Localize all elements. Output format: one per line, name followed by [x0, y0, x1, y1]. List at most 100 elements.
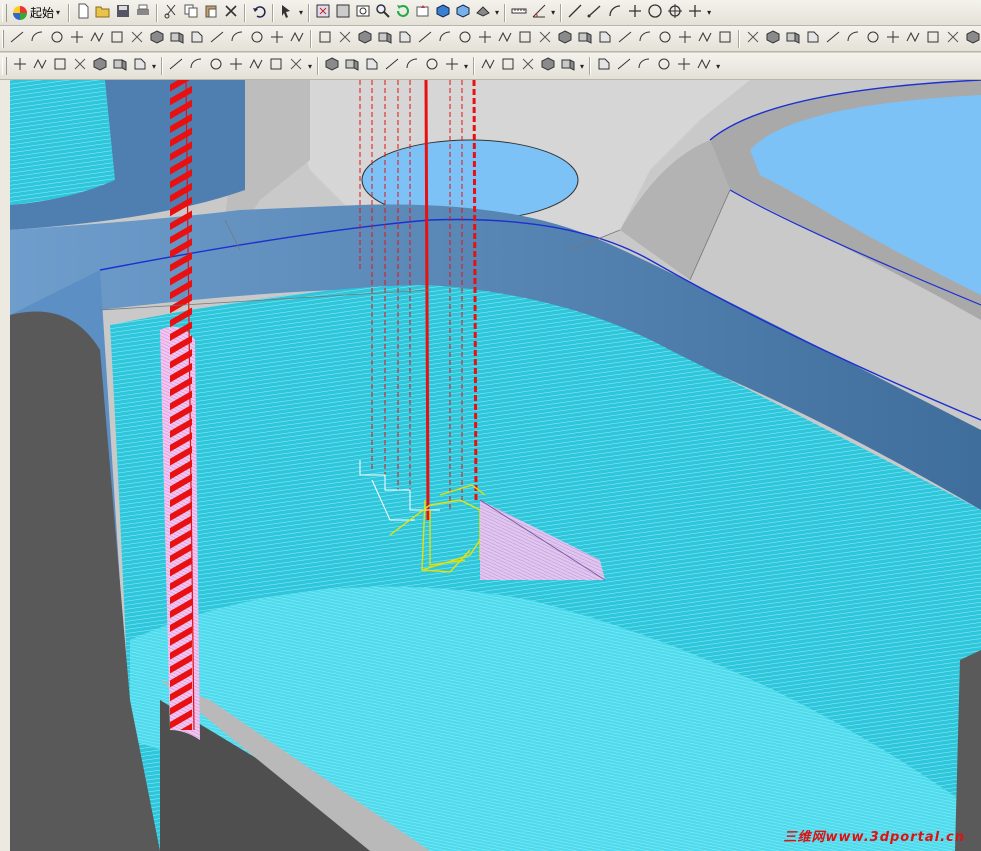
- copy-button[interactable]: [181, 3, 201, 23]
- sketch-tool-14-button[interactable]: [267, 29, 287, 49]
- chevron-down-icon[interactable]: ▾: [152, 62, 156, 71]
- sketch-tool-42-button[interactable]: [843, 29, 863, 49]
- sketch-tool-20-button[interactable]: [395, 29, 415, 49]
- selection-filter-button[interactable]: [277, 3, 297, 23]
- machining-tool-3-button[interactable]: [50, 56, 70, 76]
- sketch-tool-36-button[interactable]: [715, 29, 735, 49]
- line-button[interactable]: [565, 3, 585, 23]
- sketch-tool-6-button[interactable]: [107, 29, 127, 49]
- machining-tool-27-button[interactable]: [594, 56, 614, 76]
- machining-tool-9-button[interactable]: [186, 56, 206, 76]
- sketch-tool-1-button[interactable]: [7, 29, 27, 49]
- sketch-tool-2-button[interactable]: [27, 29, 47, 49]
- chevron-down-icon[interactable]: ▾: [308, 62, 312, 71]
- machining-tool-28-button[interactable]: [614, 56, 634, 76]
- paste-button[interactable]: [201, 3, 221, 23]
- sketch-tool-30-button[interactable]: [595, 29, 615, 49]
- model-viewport[interactable]: 三维网www.3dportal.cn: [10, 80, 981, 851]
- machining-tool-5-button[interactable]: [90, 56, 110, 76]
- chevron-down-icon[interactable]: ▾: [551, 8, 555, 17]
- sketch-tool-27-button[interactable]: [535, 29, 555, 49]
- sketch-tool-47-button[interactable]: [943, 29, 963, 49]
- sketch-tool-15-button[interactable]: [287, 29, 307, 49]
- plus-button[interactable]: [685, 3, 705, 23]
- sketch-tool-8-button[interactable]: [147, 29, 167, 49]
- sketch-tool-3-button[interactable]: [47, 29, 67, 49]
- sketch-tool-26-button[interactable]: [515, 29, 535, 49]
- start-menu-button[interactable]: 起始 ▾: [10, 3, 65, 23]
- fit-view-button[interactable]: [313, 3, 333, 23]
- wireframe-view-button[interactable]: [453, 3, 473, 23]
- sketch-tool-16-button[interactable]: [315, 29, 335, 49]
- open-folder-button[interactable]: [93, 3, 113, 23]
- sketch-tool-39-button[interactable]: [783, 29, 803, 49]
- zoom-window-button[interactable]: [333, 3, 353, 23]
- sketch-tool-43-button[interactable]: [863, 29, 883, 49]
- sketch-tool-35-button[interactable]: [695, 29, 715, 49]
- machining-tool-13-button[interactable]: [266, 56, 286, 76]
- cad-model-view[interactable]: [10, 80, 981, 851]
- machining-tool-20-button[interactable]: [422, 56, 442, 76]
- new-file-button[interactable]: [73, 3, 93, 23]
- chevron-down-icon[interactable]: ▾: [464, 62, 468, 71]
- chevron-down-icon[interactable]: ▾: [580, 62, 584, 71]
- sketch-tool-17-button[interactable]: [335, 29, 355, 49]
- machining-tool-11-button[interactable]: [226, 56, 246, 76]
- chevron-down-icon[interactable]: ▾: [299, 8, 303, 17]
- machining-tool-10-button[interactable]: [206, 56, 226, 76]
- sketch-tool-23-button[interactable]: [455, 29, 475, 49]
- machining-tool-4-button[interactable]: [70, 56, 90, 76]
- sketch-tool-29-button[interactable]: [575, 29, 595, 49]
- sketch-tool-32-button[interactable]: [635, 29, 655, 49]
- save-button[interactable]: [113, 3, 133, 23]
- rotate-button[interactable]: [393, 3, 413, 23]
- zoom-area-button[interactable]: [353, 3, 373, 23]
- sketch-tool-21-button[interactable]: [415, 29, 435, 49]
- sketch-tool-12-button[interactable]: [227, 29, 247, 49]
- cut-button[interactable]: [161, 3, 181, 23]
- machining-tool-2-button[interactable]: [30, 56, 50, 76]
- sketch-tool-33-button[interactable]: [655, 29, 675, 49]
- print-button[interactable]: [133, 3, 153, 23]
- circle-center-button[interactable]: [665, 3, 685, 23]
- toolbar-grip[interactable]: [2, 57, 7, 75]
- arc-button[interactable]: [605, 3, 625, 23]
- machining-tool-12-button[interactable]: [246, 56, 266, 76]
- undo-button[interactable]: [249, 3, 269, 23]
- machining-tool-1-button[interactable]: [10, 56, 30, 76]
- sketch-tool-11-button[interactable]: [207, 29, 227, 49]
- machining-tool-29-button[interactable]: [634, 56, 654, 76]
- sketch-tool-40-button[interactable]: [803, 29, 823, 49]
- sketch-tool-41-button[interactable]: [823, 29, 843, 49]
- sketch-tool-37-button[interactable]: [743, 29, 763, 49]
- machining-tool-16-button[interactable]: [342, 56, 362, 76]
- sketch-tool-7-button[interactable]: [127, 29, 147, 49]
- sketch-tool-13-button[interactable]: [247, 29, 267, 49]
- chevron-down-icon[interactable]: ▾: [716, 62, 720, 71]
- angle-button[interactable]: [529, 3, 549, 23]
- machining-tool-19-button[interactable]: [402, 56, 422, 76]
- sketch-tool-25-button[interactable]: [495, 29, 515, 49]
- machining-tool-24-button[interactable]: [518, 56, 538, 76]
- machining-tool-18-button[interactable]: [382, 56, 402, 76]
- sketch-tool-44-button[interactable]: [883, 29, 903, 49]
- machining-tool-6-button[interactable]: [110, 56, 130, 76]
- toolbar-grip[interactable]: [2, 3, 7, 22]
- toolbar-grip[interactable]: [2, 29, 4, 48]
- sketch-tool-34-button[interactable]: [675, 29, 695, 49]
- machining-tool-17-button[interactable]: [362, 56, 382, 76]
- sketch-tool-46-button[interactable]: [923, 29, 943, 49]
- machining-tool-7-button[interactable]: [130, 56, 150, 76]
- shaded-view-button[interactable]: [433, 3, 453, 23]
- sketch-tool-22-button[interactable]: [435, 29, 455, 49]
- sketch-tool-28-button[interactable]: [555, 29, 575, 49]
- machining-tool-8-button[interactable]: [166, 56, 186, 76]
- sketch-tool-18-button[interactable]: [355, 29, 375, 49]
- sketch-tool-19-button[interactable]: [375, 29, 395, 49]
- sketch-tool-5-button[interactable]: [87, 29, 107, 49]
- view-direction-button[interactable]: [473, 3, 493, 23]
- machining-tool-25-button[interactable]: [538, 56, 558, 76]
- machining-tool-31-button[interactable]: [674, 56, 694, 76]
- pan-button[interactable]: [413, 3, 433, 23]
- chevron-down-icon[interactable]: ▾: [707, 8, 711, 17]
